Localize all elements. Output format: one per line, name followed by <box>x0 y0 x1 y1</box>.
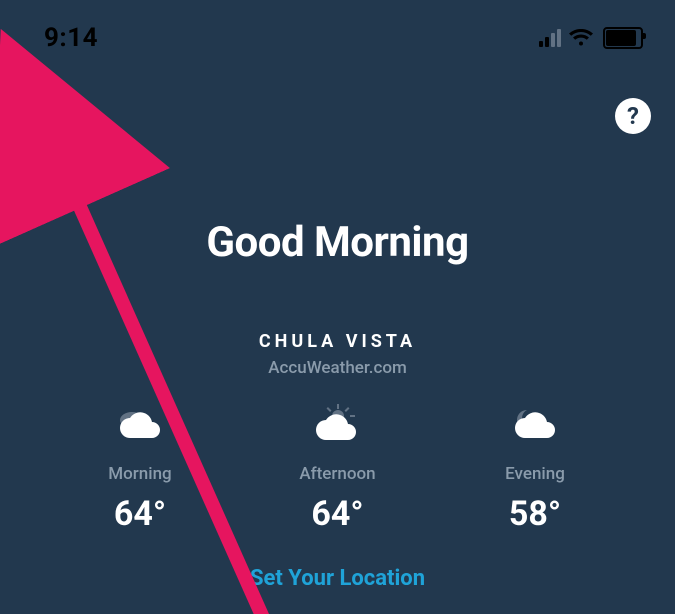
set-location-row: Set Your Location <box>0 566 675 591</box>
cellular-signal-icon <box>539 29 561 47</box>
status-time: 9:14 <box>44 23 98 53</box>
cloud-icon <box>112 402 168 450</box>
forecast-label: Evening <box>505 464 565 484</box>
battery-icon <box>603 27 643 49</box>
forecast-label: Afternoon <box>299 464 375 484</box>
menu-button[interactable] <box>24 100 66 132</box>
forecast-slot-evening: Evening 58° <box>465 402 605 534</box>
location-block: CHULA VISTA AccuWeather.com <box>0 331 675 378</box>
help-button[interactable]: ? <box>615 98 651 134</box>
status-bar: 9:14 <box>0 0 675 58</box>
location-city: CHULA VISTA <box>0 331 675 352</box>
wifi-icon <box>569 29 593 47</box>
forecast-row: Morning 64° Afternoon 64° <box>0 402 675 534</box>
location-source: AccuWeather.com <box>0 358 675 378</box>
set-location-link[interactable]: Set Your Location <box>250 566 425 591</box>
forecast-temp: 64° <box>311 494 363 534</box>
forecast-slot-afternoon: Afternoon 64° <box>268 402 408 534</box>
forecast-temp: 64° <box>114 494 166 534</box>
app-bar: ? <box>0 58 675 146</box>
sun-cloud-icon <box>308 402 368 450</box>
greeting-title: Good Morning <box>0 218 675 267</box>
forecast-temp: 58° <box>509 494 561 534</box>
forecast-slot-morning: Morning 64° <box>70 402 210 534</box>
status-indicators <box>539 27 643 49</box>
moon-cloud-icon <box>507 402 563 450</box>
forecast-label: Morning <box>108 464 171 484</box>
